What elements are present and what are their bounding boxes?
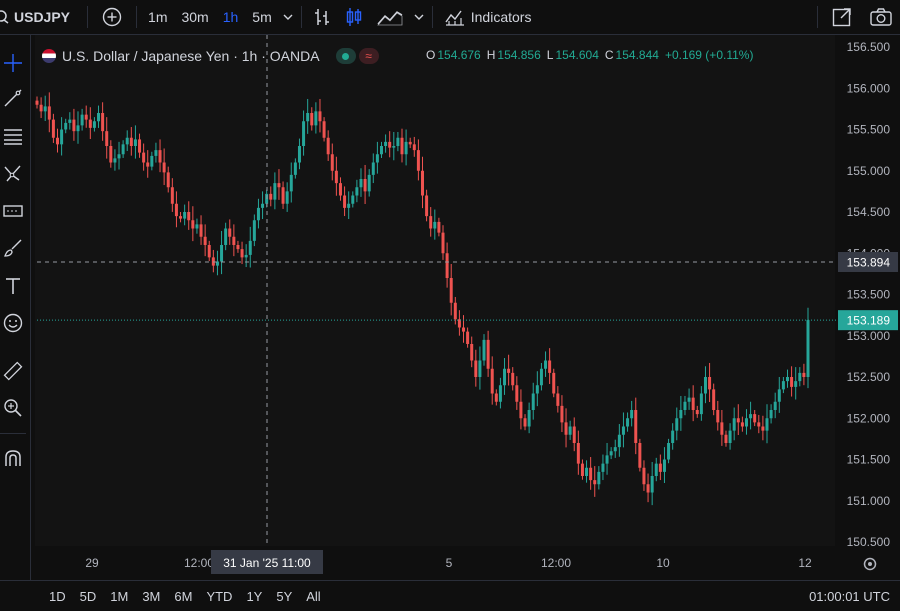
magnet-tool[interactable] bbox=[0, 445, 26, 471]
magnet-icon bbox=[5, 450, 21, 466]
fullscreen-button[interactable] bbox=[822, 0, 862, 34]
trendline-tool[interactable] bbox=[0, 85, 26, 111]
trendline-icon bbox=[4, 89, 22, 107]
x-tick-label: 5 bbox=[446, 556, 453, 570]
text-icon bbox=[6, 278, 20, 294]
candle-style-button[interactable] bbox=[338, 0, 370, 34]
market-status-dot bbox=[335, 48, 356, 64]
brush-icon bbox=[4, 239, 22, 257]
crosshair-time-label: 31 Jan '25 11:00 bbox=[223, 556, 311, 570]
compare-symbol-button[interactable] bbox=[92, 0, 132, 34]
close-value: 154.844 bbox=[615, 48, 659, 62]
interval-1h[interactable]: 1h bbox=[216, 0, 246, 34]
candle-style-icon bbox=[346, 8, 361, 26]
range-1m[interactable]: 1M bbox=[103, 589, 135, 604]
chart-title: U.S. Dollar / Japanese Yen · 1h · OANDA bbox=[62, 48, 320, 64]
pattern-tool[interactable] bbox=[0, 160, 26, 186]
indicators-button[interactable]: Indicators bbox=[437, 0, 540, 34]
range-1d[interactable]: 1D bbox=[42, 589, 73, 604]
area-style-icon bbox=[376, 11, 403, 26]
range-ytd[interactable]: YTD bbox=[199, 589, 239, 604]
low-value: 154.604 bbox=[555, 48, 599, 62]
zoom-icon bbox=[4, 399, 22, 417]
open-value: 154.676 bbox=[437, 48, 481, 62]
search-icon bbox=[0, 10, 9, 24]
zoom-tool[interactable] bbox=[0, 395, 26, 421]
interval-5m[interactable]: 5m bbox=[245, 0, 278, 34]
range-all[interactable]: All bbox=[299, 589, 327, 604]
high-label: H bbox=[486, 48, 496, 62]
range-3m[interactable]: 3M bbox=[135, 589, 167, 604]
range-5d[interactable]: 5D bbox=[73, 589, 104, 604]
divider bbox=[300, 6, 302, 28]
divider bbox=[431, 6, 433, 28]
price-axis[interactable] bbox=[836, 35, 900, 580]
clock[interactable]: 01:00:01 UTC bbox=[809, 589, 890, 604]
emoji-tool[interactable] bbox=[0, 310, 26, 336]
text-tool[interactable] bbox=[0, 273, 26, 299]
divider bbox=[0, 433, 26, 434]
range-6m[interactable]: 6M bbox=[167, 589, 199, 604]
projection-tool[interactable] bbox=[0, 198, 26, 224]
fib-icon bbox=[4, 129, 22, 145]
flag-icon bbox=[42, 49, 56, 63]
crosshair-icon bbox=[4, 54, 22, 72]
fullscreen-icon bbox=[832, 8, 851, 27]
market-badge: ≈ bbox=[358, 48, 379, 64]
chart-pane[interactable] bbox=[35, 35, 835, 546]
indicators-label: Indicators bbox=[470, 9, 532, 25]
fib-tool[interactable] bbox=[0, 123, 26, 149]
top-toolbar: USDJPY 1m 30m 1h 5m Indicators bbox=[0, 0, 900, 35]
interval-1m[interactable]: 1m bbox=[141, 0, 174, 34]
bar-style-button[interactable] bbox=[306, 0, 338, 34]
divider bbox=[136, 6, 138, 28]
x-tick-label: 12:00 bbox=[541, 556, 571, 570]
close-label: C bbox=[604, 48, 614, 62]
area-style-button[interactable] bbox=[370, 0, 410, 34]
chevron-down-icon bbox=[414, 14, 424, 20]
crosshair-time-badge bbox=[211, 550, 323, 574]
crosshair-tool[interactable] bbox=[0, 50, 26, 76]
high-value: 154.856 bbox=[497, 48, 541, 62]
x-tick-label: 29 bbox=[85, 556, 99, 570]
chart-type-dropdown[interactable] bbox=[410, 0, 428, 34]
chart-legend: U.S. Dollar / Japanese Yen · 1h · OANDA … bbox=[42, 45, 379, 67]
x-tick-label: 12:00 bbox=[184, 556, 214, 570]
ohlc-readout: O 154.676 H 154.856 L 154.604 C 154.844 +0.1… bbox=[426, 48, 757, 62]
x-tick-label: 12 bbox=[798, 556, 812, 570]
pattern-icon bbox=[4, 165, 21, 182]
indicators-icon bbox=[445, 10, 464, 26]
add-symbol-icon bbox=[102, 7, 122, 27]
projection-icon bbox=[3, 205, 23, 217]
chevron-down-icon bbox=[283, 14, 293, 20]
symbol-name: USDJPY bbox=[14, 9, 71, 25]
range-5y[interactable]: 5Y bbox=[269, 589, 299, 604]
ruler-tool[interactable] bbox=[0, 358, 26, 384]
open-label: O bbox=[426, 48, 436, 62]
range-1y[interactable]: 1Y bbox=[239, 589, 269, 604]
interval-30m[interactable]: 30m bbox=[174, 0, 215, 34]
ruler-icon bbox=[3, 361, 23, 381]
snapshot-button[interactable] bbox=[862, 0, 900, 34]
divider bbox=[87, 6, 89, 28]
low-label: L bbox=[546, 48, 554, 62]
x-tick-label: 10 bbox=[656, 556, 670, 570]
bottom-toolbar: 1D 5D 1M 3M 6M YTD 1Y 5Y All 01:00:01 UT… bbox=[0, 580, 900, 611]
bar-style-icon bbox=[314, 9, 329, 25]
change-value: +0.169 (+0.11%) bbox=[664, 48, 754, 62]
camera-icon bbox=[870, 8, 892, 26]
brush-tool[interactable] bbox=[0, 235, 26, 261]
interval-dropdown[interactable] bbox=[279, 0, 297, 34]
drawing-toolbar bbox=[0, 35, 31, 580]
emoji-icon bbox=[3, 313, 23, 333]
divider bbox=[817, 6, 818, 28]
symbol-search[interactable]: USDJPY bbox=[0, 0, 77, 34]
